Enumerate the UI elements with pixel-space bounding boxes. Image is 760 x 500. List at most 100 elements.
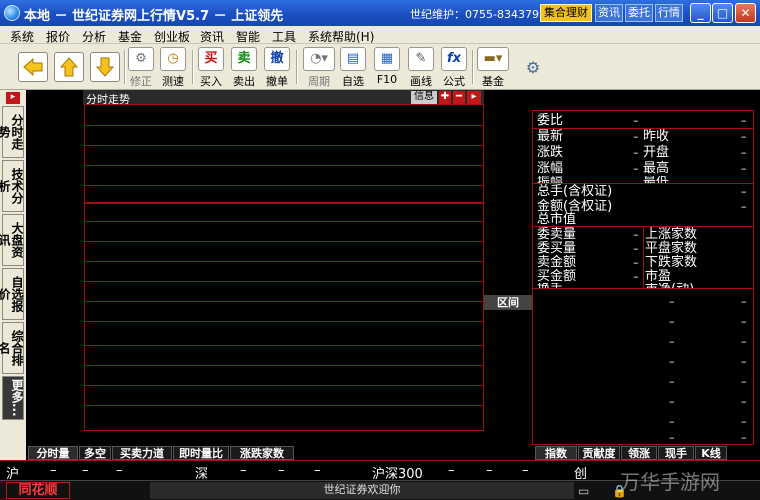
trade-order-button[interactable]: 委托 xyxy=(625,4,653,22)
range-button[interactable]: 区间 xyxy=(484,295,532,310)
tick-value: – xyxy=(741,295,747,308)
tab-buy-sell-force[interactable]: 买卖力道 xyxy=(112,446,172,460)
back-button[interactable] xyxy=(18,52,48,82)
label-unchanged: 平盘家数 xyxy=(645,241,698,256)
f10-button[interactable]: ▦ F10 xyxy=(374,47,400,86)
tab-contribution[interactable]: 贡献度 xyxy=(578,446,620,460)
support-hotline: 世纪维护：0755-83437957 xyxy=(410,8,553,21)
fund-icon: ▬▾ xyxy=(477,47,509,71)
tab-current-hand[interactable]: 现手 xyxy=(658,446,694,460)
tick-value: – xyxy=(741,335,747,348)
label-advancers: 上涨家数 xyxy=(645,227,698,242)
menu-smart[interactable]: 智能 xyxy=(236,28,260,45)
buy-button[interactable]: 买 买入 xyxy=(198,47,224,89)
label-sell-amount: 卖金额 xyxy=(537,255,577,270)
tab-more[interactable]: 更多... xyxy=(2,376,24,420)
tab-volume-ratio[interactable]: 即时量比 xyxy=(173,446,229,460)
menu-system[interactable]: 系统 xyxy=(10,28,34,45)
menu-quote[interactable]: 报价 xyxy=(46,28,70,45)
down-button[interactable] xyxy=(90,52,120,82)
watchlist-button[interactable]: ▤ 自选 xyxy=(340,47,366,89)
sell-button[interactable]: 卖 卖出 xyxy=(231,47,257,89)
message-icon[interactable]: ▭ xyxy=(578,484,589,498)
pencil-icon: ✎ xyxy=(408,47,434,71)
fix-button[interactable]: ⚙ 修正 xyxy=(128,47,154,89)
draw-line-button[interactable]: ✎ 画线 xyxy=(408,47,434,89)
add-icon[interactable]: ✚ xyxy=(439,91,451,104)
speed-test-label: 测速 xyxy=(162,75,184,88)
left-tab-bar: ▸ 分时走势 技术分析 大盘资讯 自选报价 综合排名 更多... xyxy=(0,90,26,460)
value-buy-amount: – xyxy=(633,270,639,283)
menu-tools[interactable]: 工具 xyxy=(272,28,296,45)
label-buy-volume: 委买量 xyxy=(537,241,577,256)
label-order-ratio: 委比 xyxy=(537,113,564,128)
arrow-down-icon xyxy=(95,57,115,77)
sh-index-volume: – xyxy=(116,463,123,478)
tick-value: – xyxy=(741,375,747,388)
menu-help[interactable]: 系统帮助(H) xyxy=(308,28,374,45)
grid-line xyxy=(85,125,483,126)
tab-market-news[interactable]: 大盘资讯 xyxy=(0,214,24,266)
fund-button[interactable]: ▬▾ 基金 xyxy=(476,47,510,89)
wealth-management-button[interactable]: 集合理财 xyxy=(540,4,592,22)
grid-line xyxy=(85,281,483,282)
tab-kline[interactable]: K线 xyxy=(695,446,727,460)
menu-news[interactable]: 资讯 xyxy=(200,28,224,45)
value-sell-amount: – xyxy=(633,256,639,269)
tab-watchlist[interactable]: 自选报价 xyxy=(0,268,24,320)
sell-label: 卖出 xyxy=(233,75,255,88)
value-latest: – xyxy=(633,130,639,143)
label-pe: 市盈 xyxy=(645,269,672,284)
menu-analysis[interactable]: 分析 xyxy=(82,28,106,45)
formula-button[interactable]: fx 公式 xyxy=(441,47,467,89)
expand-icon[interactable]: ▸ xyxy=(6,92,20,104)
period-icon: ◔▾ xyxy=(303,47,335,71)
minimize-button[interactable]: _ xyxy=(690,3,711,23)
tab-index[interactable]: 指数 xyxy=(535,446,577,460)
remove-icon[interactable]: ━ xyxy=(453,91,465,104)
intraday-chart[interactable] xyxy=(84,104,484,431)
grid-line xyxy=(85,202,483,204)
market-button[interactable]: 行情 xyxy=(655,4,683,22)
value-change: – xyxy=(633,146,639,159)
up-button[interactable] xyxy=(54,52,84,82)
grid-line xyxy=(85,405,483,406)
info-button[interactable]: 信息 xyxy=(411,91,437,104)
hs300-volume: – xyxy=(522,463,529,478)
tick-value: – xyxy=(741,431,747,444)
grid-line xyxy=(85,261,483,262)
close-button[interactable]: ✕ xyxy=(735,3,756,23)
tab-intraday[interactable]: 分时走势 xyxy=(0,106,24,158)
sh-index-change: – xyxy=(82,463,89,478)
cancel-order-label: 撤单 xyxy=(266,75,288,88)
tab-bull-bear[interactable]: 多空 xyxy=(79,446,111,460)
formula-icon: fx xyxy=(441,47,467,71)
tab-ranking[interactable]: 综合排名 xyxy=(0,322,24,374)
divider xyxy=(533,288,753,289)
period-button[interactable]: ◔▾ 周期 xyxy=(302,47,336,89)
speed-test-button[interactable]: ◷ 测速 xyxy=(160,47,186,89)
menu-growth-board[interactable]: 创业板 xyxy=(154,28,190,45)
watchlist-label: 自选 xyxy=(342,75,364,88)
divider xyxy=(643,226,644,288)
tick-value: – xyxy=(669,415,675,428)
settings-button[interactable]: ⚙ xyxy=(522,58,544,77)
value-open: – xyxy=(741,146,747,159)
document-icon: ▦ xyxy=(374,47,400,71)
maximize-button[interactable]: □ xyxy=(712,3,733,23)
news-button[interactable]: 资讯 xyxy=(595,4,623,22)
grid-line xyxy=(85,365,483,366)
tab-volume[interactable]: 分时量 xyxy=(28,446,78,460)
value-change-pct: – xyxy=(633,162,639,175)
tab-leaders[interactable]: 领涨 xyxy=(621,446,657,460)
value-high: – xyxy=(741,162,747,175)
buy-icon: 买 xyxy=(198,47,224,71)
tab-technical[interactable]: 技术分析 xyxy=(0,160,24,212)
label-open: 开盘 xyxy=(643,145,670,160)
watermark: 万华手游网 xyxy=(620,470,720,494)
tab-advance-decline[interactable]: 涨跌家数 xyxy=(230,446,294,460)
tick-value: – xyxy=(669,395,675,408)
cancel-order-button[interactable]: 撤 撤单 xyxy=(264,47,290,89)
expand-panel-icon[interactable]: ▸ xyxy=(467,91,481,104)
menu-fund[interactable]: 基金 xyxy=(118,28,142,45)
